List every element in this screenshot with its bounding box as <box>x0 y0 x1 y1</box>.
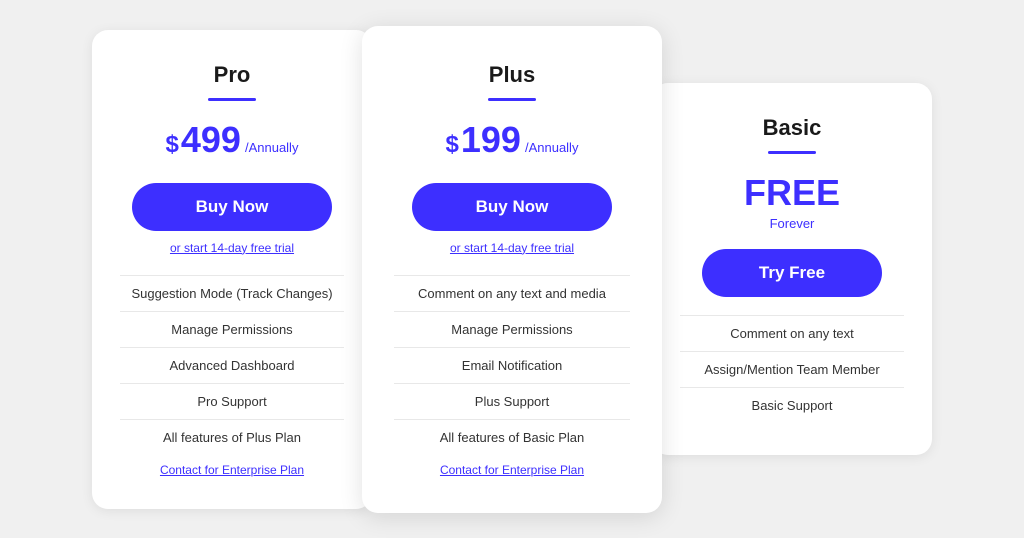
plus-divider <box>488 98 536 101</box>
plus-feature-5: All features of Basic Plan <box>394 419 630 455</box>
pro-enterprise-link[interactable]: Contact for Enterprise Plan <box>160 463 304 477</box>
plus-enterprise-link[interactable]: Contact for Enterprise Plan <box>440 463 584 477</box>
basic-price-free: FREE <box>744 172 840 214</box>
pro-divider <box>208 98 256 101</box>
pro-feature-4: Pro Support <box>120 383 344 419</box>
pro-period: /Annually <box>245 140 298 155</box>
plus-features-list: Comment on any text and media Manage Per… <box>394 275 630 455</box>
pro-price-row: $499/Annually <box>166 119 299 165</box>
basic-features-list: Comment on any text Assign/Mention Team … <box>680 315 904 423</box>
plus-price-row: $199/Annually <box>446 119 579 165</box>
basic-feature-2: Assign/Mention Team Member <box>680 351 904 387</box>
pro-features-list: Suggestion Mode (Track Changes) Manage P… <box>120 275 344 455</box>
pro-feature-2: Manage Permissions <box>120 311 344 347</box>
basic-divider <box>768 151 816 154</box>
plus-feature-3: Email Notification <box>394 347 630 383</box>
plus-feature-1: Comment on any text and media <box>394 275 630 311</box>
plus-free-trial-link[interactable]: or start 14-day free trial <box>450 241 574 255</box>
pro-feature-5: All features of Plus Plan <box>120 419 344 455</box>
pricing-container: Pro $499/Annually Buy Now or start 14-da… <box>0 6 1024 533</box>
plus-card: Plus $199/Annually Buy Now or start 14-d… <box>362 26 662 513</box>
plus-plan-name: Plus <box>489 62 535 88</box>
plus-feature-4: Plus Support <box>394 383 630 419</box>
plus-price: $199/Annually <box>446 119 579 161</box>
pro-feature-1: Suggestion Mode (Track Changes) <box>120 275 344 311</box>
pro-dollar: $ <box>166 131 179 159</box>
plus-amount: 199 <box>461 119 521 161</box>
pro-feature-3: Advanced Dashboard <box>120 347 344 383</box>
basic-card: Basic FREE Forever Try Free Comment on a… <box>652 83 932 455</box>
plus-feature-2: Manage Permissions <box>394 311 630 347</box>
plus-period: /Annually <box>525 140 578 155</box>
basic-try-button[interactable]: Try Free <box>702 249 882 297</box>
pro-buy-button[interactable]: Buy Now <box>132 183 332 231</box>
pro-plan-name: Pro <box>214 62 251 88</box>
basic-feature-3: Basic Support <box>680 387 904 423</box>
plus-buy-button[interactable]: Buy Now <box>412 183 612 231</box>
plus-dollar: $ <box>446 131 459 159</box>
pro-card: Pro $499/Annually Buy Now or start 14-da… <box>92 30 372 509</box>
basic-plan-name: Basic <box>763 115 822 141</box>
pro-free-trial-link[interactable]: or start 14-day free trial <box>170 241 294 255</box>
pro-amount: 499 <box>181 119 241 161</box>
basic-feature-1: Comment on any text <box>680 315 904 351</box>
pro-price: $499/Annually <box>166 119 299 161</box>
basic-price-forever: Forever <box>770 216 815 231</box>
